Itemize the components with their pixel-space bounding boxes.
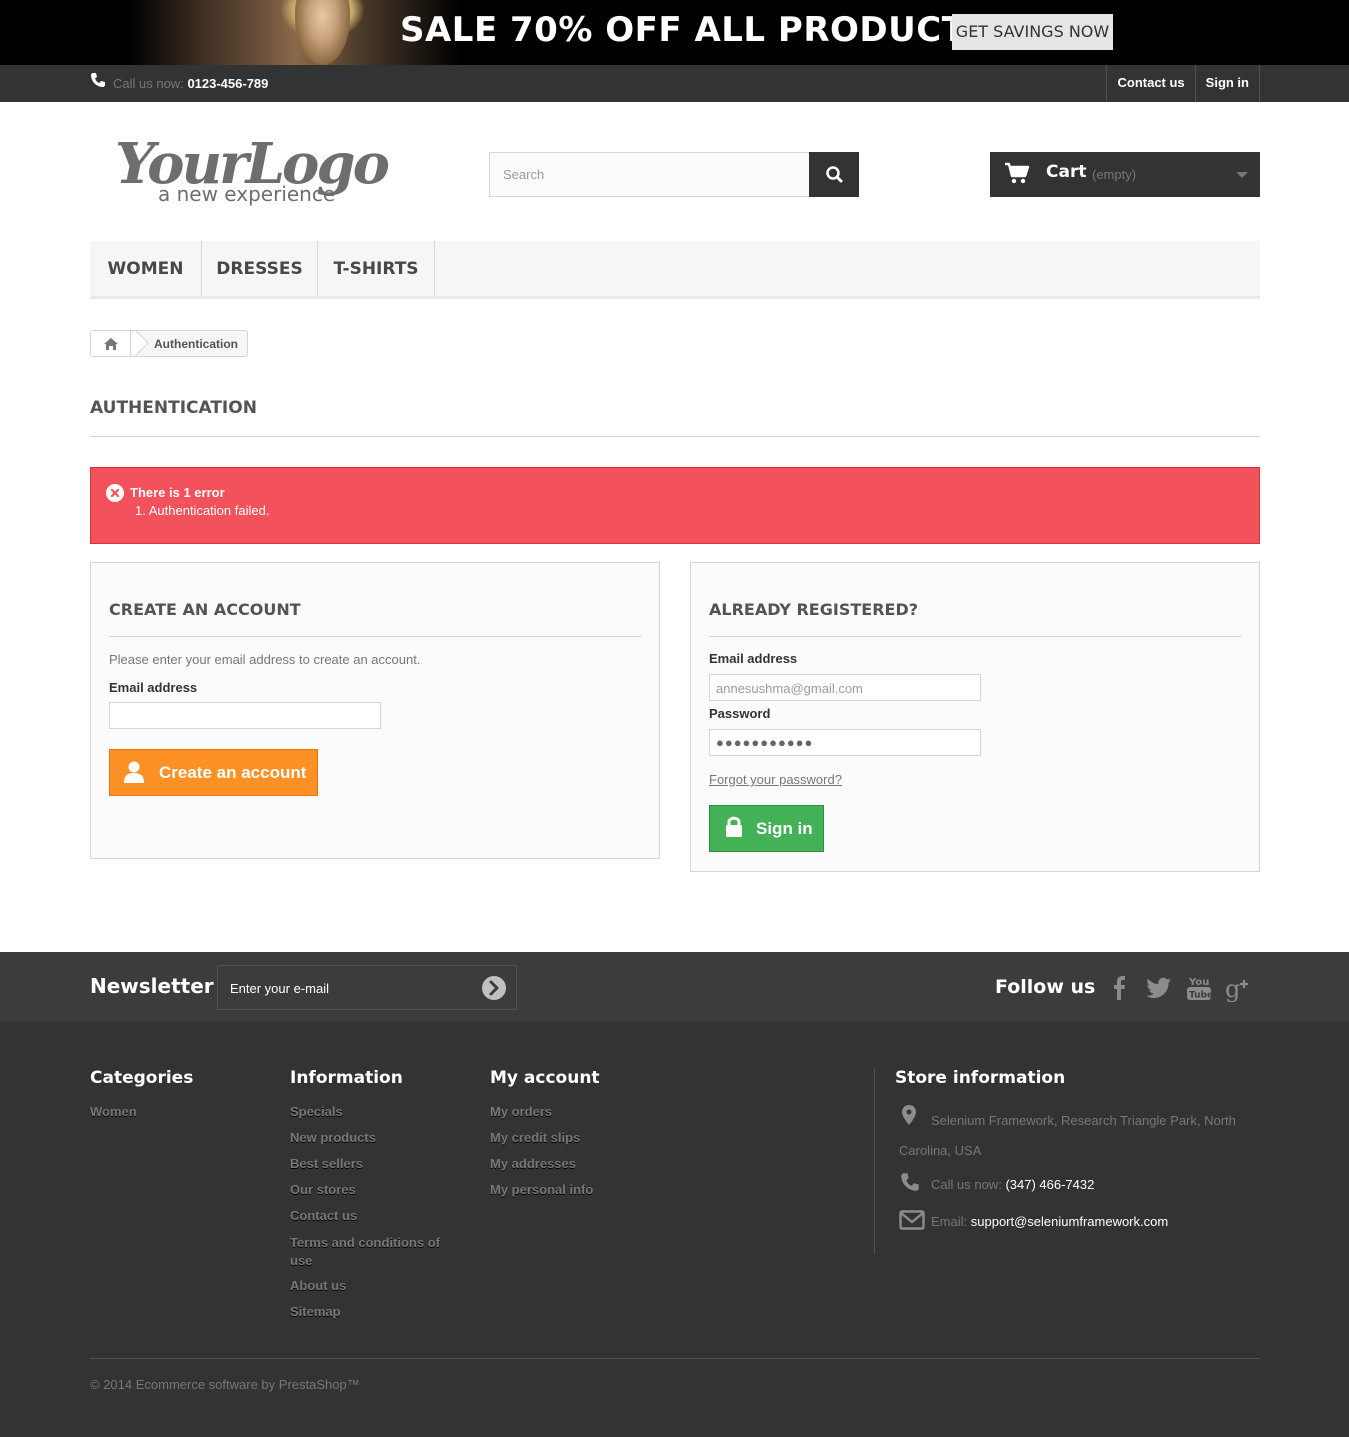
footer-link-contact-us[interactable]: Contact us <box>290 1208 357 1223</box>
create-account-label: Create an account <box>159 763 307 782</box>
create-account-form: CREATE AN ACCOUNT Please enter your emai… <box>90 562 660 859</box>
newsletter-email-input[interactable]: Enter your e-mail <box>217 965 517 1010</box>
menu-item-dresses[interactable]: DRESSES <box>202 241 318 296</box>
store-email-address[interactable]: support@seleniumframework.com <box>971 1214 1168 1229</box>
error-icon <box>106 484 124 502</box>
sign-in-button[interactable]: Sign in <box>709 805 824 852</box>
footer-information-title: Information <box>290 1068 403 1088</box>
footer-link-about-us[interactable]: About us <box>290 1278 346 1293</box>
create-email-label: Email address <box>109 680 198 695</box>
login-title: ALREADY REGISTERED? <box>709 600 918 619</box>
footer-store-title: Store information <box>895 1068 1066 1088</box>
divider <box>90 436 1260 437</box>
footer-categories-title: Categories <box>90 1068 194 1088</box>
cart-status: (empty) <box>1092 167 1137 182</box>
error-alert: There is 1 error 1. Authentication faile… <box>90 467 1260 544</box>
alert-message: 1. Authentication failed. <box>135 503 270 518</box>
svg-text:You: You <box>1188 977 1209 988</box>
copyright-text: © 2014 Ecommerce software by PrestaShop™ <box>90 1377 360 1392</box>
password-field[interactable]: ●●●●●●●●●●● <box>709 729 981 756</box>
search-icon <box>826 166 843 183</box>
menu-item-tshirts[interactable]: T-SHIRTS <box>318 241 435 296</box>
store-address: Selenium Framework, Research Triangle Pa… <box>899 1113 1236 1158</box>
alert-title: There is 1 error <box>130 485 225 500</box>
search-input[interactable]: Search <box>503 167 544 182</box>
footer-link-my-personal-info[interactable]: My personal info <box>490 1182 593 1197</box>
twitter-icon[interactable] <box>1144 972 1174 1002</box>
newsletter-title: Newsletter <box>90 974 214 998</box>
search-box[interactable]: Search <box>489 152 859 197</box>
footer-link-women[interactable]: Women <box>90 1104 137 1119</box>
site-footer: Categories Women Information Specials Ne… <box>0 1022 1349 1437</box>
password-label: Password <box>709 706 771 721</box>
get-savings-button[interactable]: GET SAVINGS NOW <box>952 14 1113 50</box>
store-email: Email: support@seleniumframework.com <box>931 1214 1169 1229</box>
cart-label: Cart <box>1046 162 1087 182</box>
footer-link-new-products[interactable]: New products <box>290 1130 376 1145</box>
top-nav-bar: Call us now: 0123-456-789 Contact us Sig… <box>0 65 1349 102</box>
footer-link-terms[interactable]: Terms and conditions of use <box>290 1234 460 1270</box>
breadcrumb: Authentication <box>90 330 248 357</box>
footer-link-my-orders[interactable]: My orders <box>490 1104 552 1119</box>
home-icon <box>104 338 118 350</box>
page-title: AUTHENTICATION <box>90 398 257 418</box>
phone-icon <box>899 1172 921 1195</box>
footer-link-our-stores[interactable]: Our stores <box>290 1182 356 1197</box>
call-us-text: Call us now: 0123-456-789 <box>113 76 269 91</box>
google-plus-icon[interactable]: g <box>1224 972 1254 1003</box>
chevron-right-icon <box>482 976 506 1000</box>
svg-text:g: g <box>1225 975 1240 1002</box>
main-menu: WOMEN DRESSES T-SHIRTS <box>90 241 1260 299</box>
search-button[interactable] <box>809 152 859 197</box>
store-phone: Call us now: (347) 466-7432 <box>931 1177 1095 1192</box>
breadcrumb-home[interactable] <box>91 331 131 356</box>
youtube-icon[interactable]: You Tube <box>1184 972 1214 1002</box>
follow-us-title: Follow us <box>995 976 1096 998</box>
login-email-label: Email address <box>709 651 798 666</box>
promo-banner[interactable]: SALE 70% OFF ALL PRODUCTS GET SAVINGS NO… <box>0 0 1349 65</box>
lock-icon <box>724 815 744 844</box>
divider <box>109 636 641 637</box>
breadcrumb-current: Authentication <box>154 337 238 351</box>
cart-icon <box>1004 161 1030 188</box>
chevron-down-icon <box>1236 172 1248 178</box>
newsletter-bar: Newsletter Enter your e-mail Follow us Y… <box>0 952 1349 1022</box>
store-logo[interactable]: YourLogo a new experience <box>115 125 405 210</box>
divider <box>90 1358 1260 1359</box>
login-form: ALREADY REGISTERED? Email address annesu… <box>690 562 1260 872</box>
divider <box>709 636 1241 637</box>
sign-in-label: Sign in <box>756 819 813 838</box>
menu-item-women[interactable]: WOMEN <box>90 241 202 296</box>
footer-my-account-title: My account <box>490 1068 600 1088</box>
forgot-password-link[interactable]: Forgot your password? <box>709 772 842 787</box>
create-account-hint: Please enter your email address to creat… <box>109 652 421 667</box>
footer-link-sitemap[interactable]: Sitemap <box>290 1304 341 1319</box>
create-account-button[interactable]: Create an account <box>109 749 318 796</box>
envelope-icon <box>899 1210 925 1233</box>
top-links: Contact us Sign in <box>1106 65 1260 102</box>
sign-in-link[interactable]: Sign in <box>1196 65 1260 102</box>
footer-link-specials[interactable]: Specials <box>290 1104 343 1119</box>
svg-text:a new experience: a new experience <box>158 182 335 206</box>
divider <box>874 1068 875 1254</box>
footer-link-my-addresses[interactable]: My addresses <box>490 1156 576 1171</box>
create-email-field[interactable] <box>109 702 381 729</box>
create-account-title: CREATE AN ACCOUNT <box>109 600 301 619</box>
phone-icon <box>90 72 106 88</box>
header-phone-number: 0123-456-789 <box>187 76 269 91</box>
footer-link-best-sellers[interactable]: Best sellers <box>290 1156 363 1171</box>
user-icon <box>123 760 145 789</box>
contact-us-link[interactable]: Contact us <box>1107 65 1196 102</box>
newsletter-submit-button[interactable] <box>481 975 507 1004</box>
store-phone-number: (347) 466-7432 <box>1005 1177 1095 1192</box>
facebook-icon[interactable] <box>1105 972 1135 1002</box>
banner-headline: SALE 70% OFF ALL PRODUCTS <box>400 10 991 50</box>
cart-button[interactable]: Cart (empty) <box>990 152 1260 197</box>
login-email-field[interactable]: annesushma@gmail.com <box>709 674 981 701</box>
footer-link-my-credit-slips[interactable]: My credit slips <box>490 1130 580 1145</box>
svg-text:Tube: Tube <box>1189 991 1213 1001</box>
